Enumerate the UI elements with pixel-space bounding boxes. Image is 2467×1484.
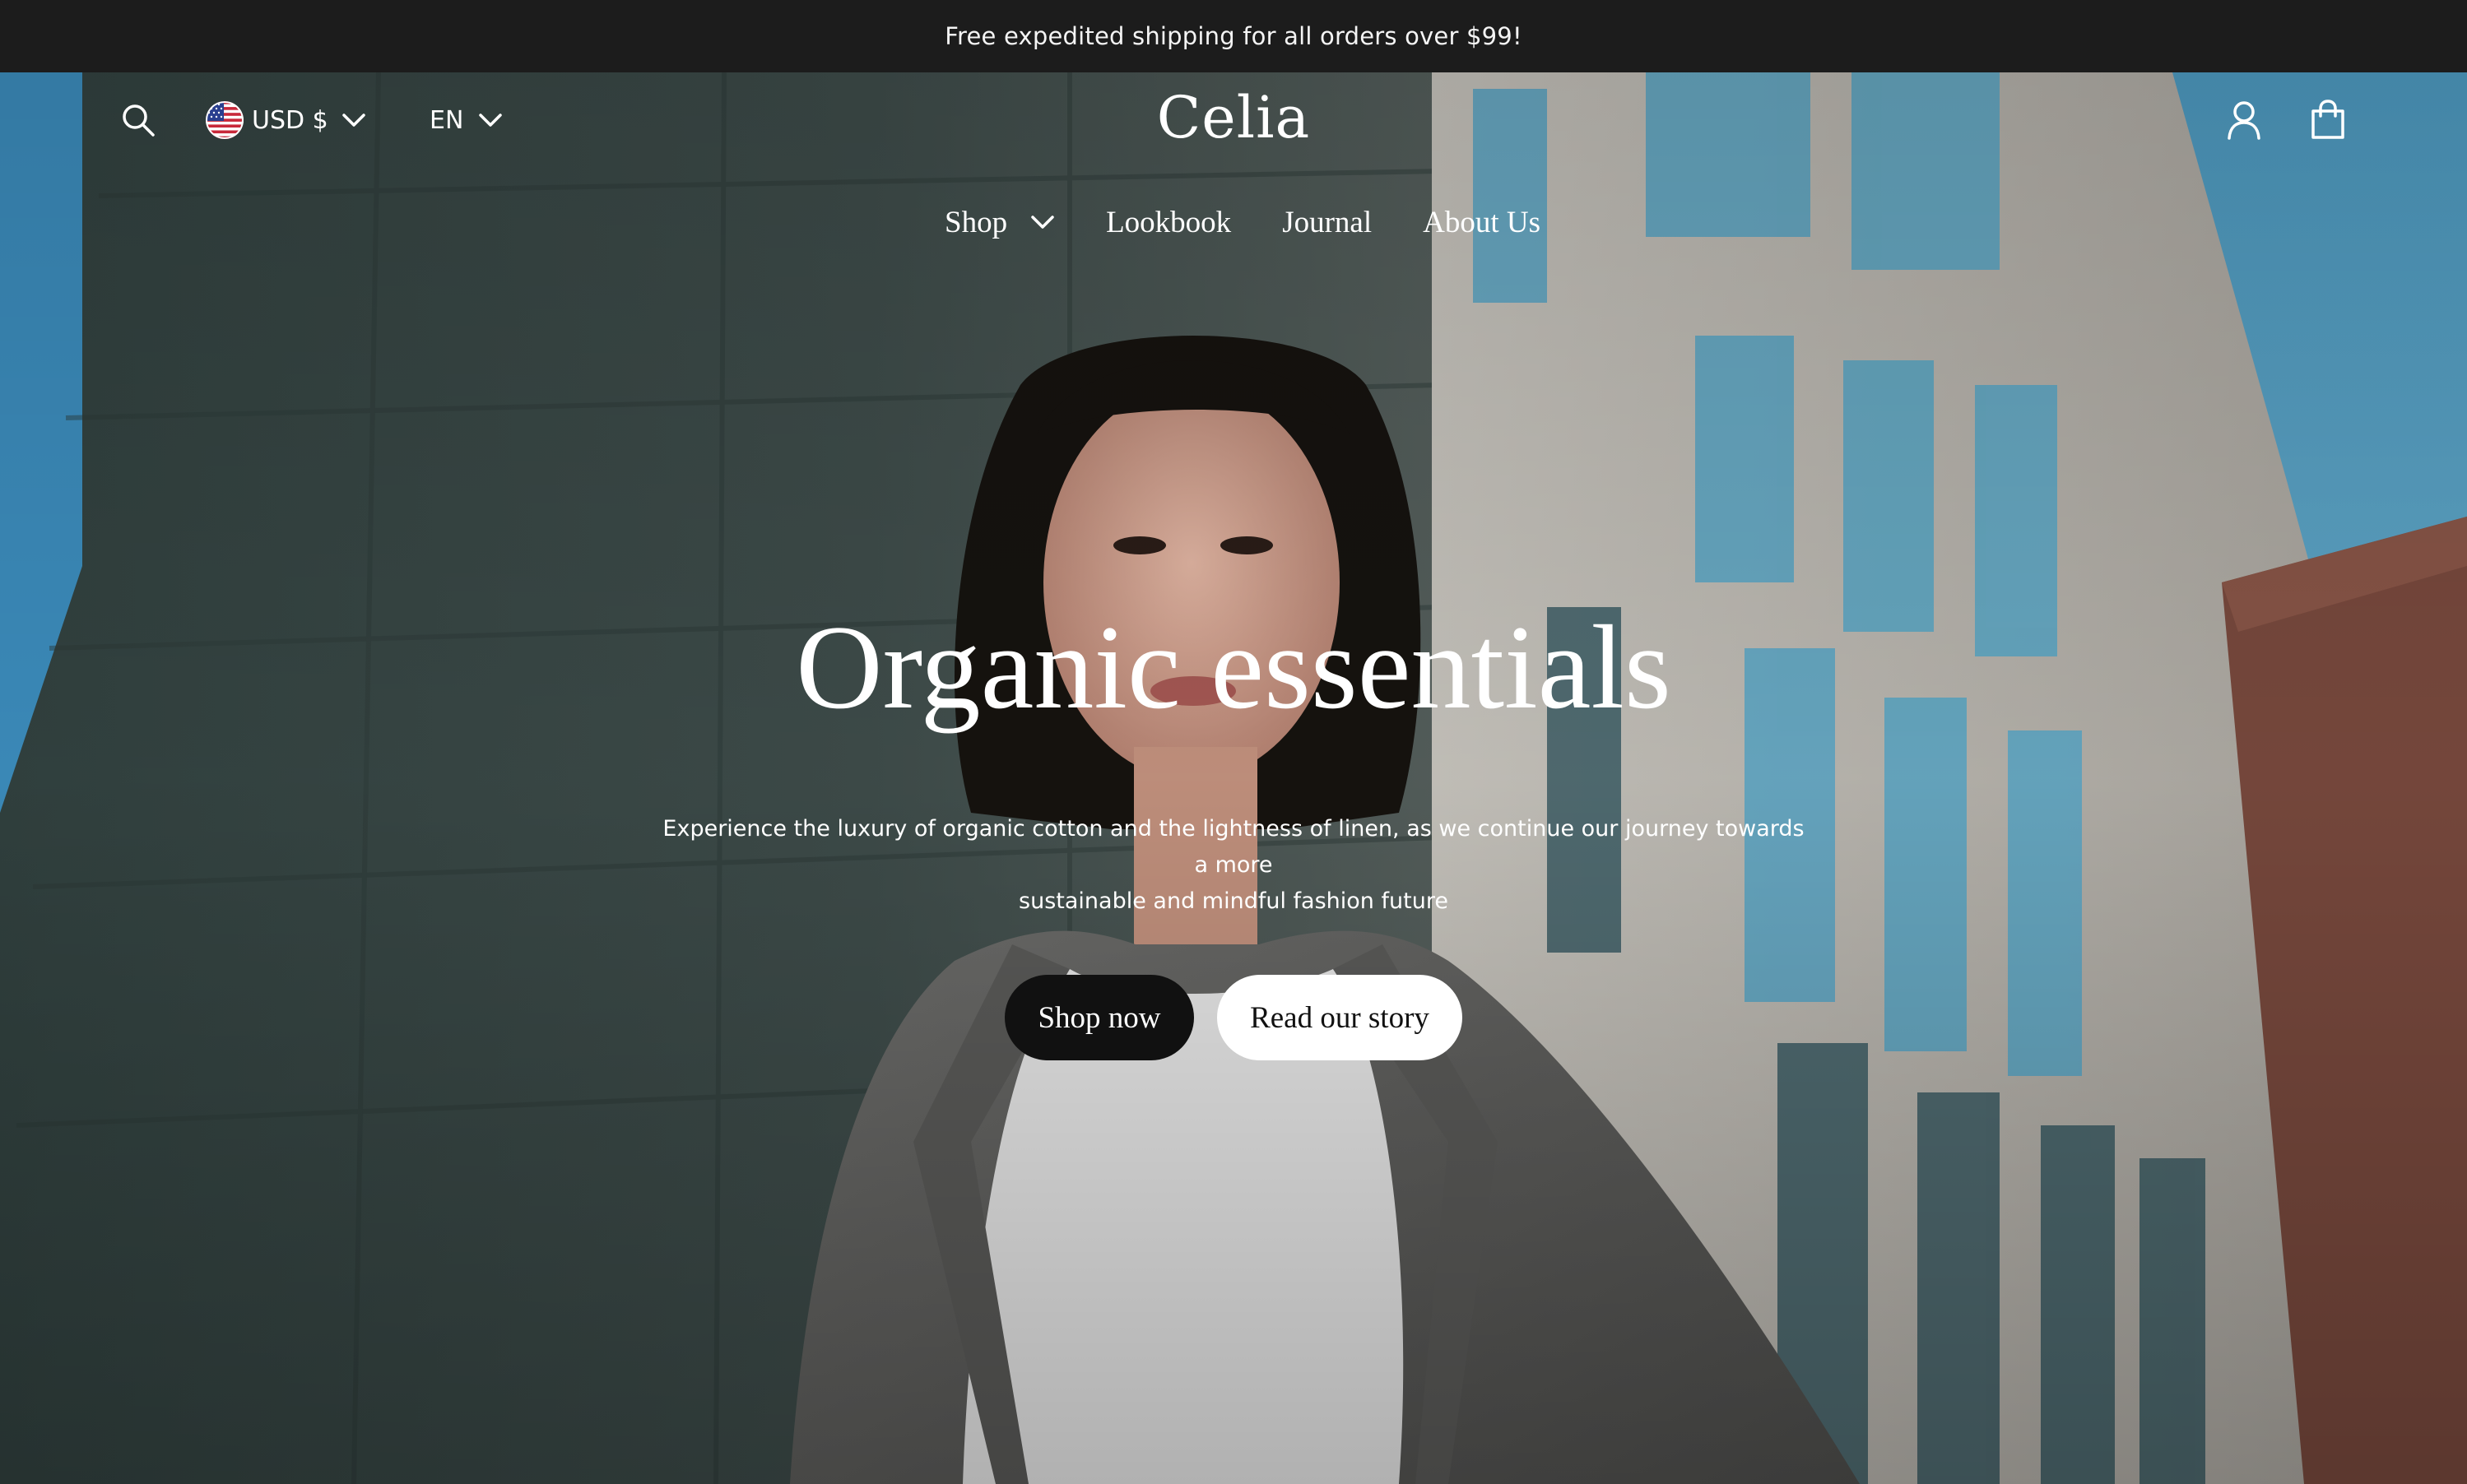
- language-selector[interactable]: EN: [430, 100, 503, 140]
- chevron-down-icon: [1031, 216, 1054, 229]
- chevron-down-icon: [341, 114, 365, 127]
- site-header: USD $ EN Celia: [0, 72, 2467, 171]
- hero-background-image: [0, 72, 2467, 1484]
- nav-item-journal[interactable]: Journal: [1282, 205, 1372, 240]
- hero-title: Organic essentials: [796, 601, 1671, 734]
- shop-now-button[interactable]: Shop now: [1005, 975, 1194, 1060]
- currency-selector[interactable]: USD $: [206, 100, 366, 140]
- hero-subtitle: Experience the luxury of organic cotton …: [657, 811, 1810, 920]
- site-logo[interactable]: Celia: [1110, 84, 1357, 151]
- us-flag-icon: [206, 101, 244, 139]
- language-label: EN: [430, 105, 464, 135]
- search-icon[interactable]: [120, 102, 156, 138]
- hero-subtitle-line: sustainable and mindful fashion future: [1019, 888, 1448, 914]
- announcement-text: Free expedited shipping for all orders o…: [945, 22, 1522, 50]
- announcement-bar: Free expedited shipping for all orders o…: [0, 0, 2467, 72]
- nav-item-label: Shop: [945, 205, 1008, 239]
- currency-label: USD $: [252, 105, 328, 135]
- main-nav: Shop Lookbook Journal About Us: [945, 197, 1540, 247]
- nav-item-label: Journal: [1282, 205, 1373, 239]
- nav-item-lookbook[interactable]: Lookbook: [1106, 205, 1231, 240]
- nav-item-label: About Us: [1423, 205, 1540, 239]
- nav-item-shop[interactable]: Shop: [945, 205, 1055, 240]
- chevron-down-icon: [479, 114, 503, 127]
- read-our-story-button[interactable]: Read our story: [1217, 975, 1462, 1060]
- hero-subtitle-line: Experience the luxury of organic cotton …: [662, 816, 1805, 878]
- shopping-bag-icon[interactable]: [2309, 99, 2347, 140]
- hero-section: [0, 72, 2467, 1484]
- user-icon[interactable]: [2225, 100, 2263, 140]
- nav-item-label: Lookbook: [1106, 205, 1232, 239]
- nav-item-about-us[interactable]: About Us: [1423, 205, 1540, 240]
